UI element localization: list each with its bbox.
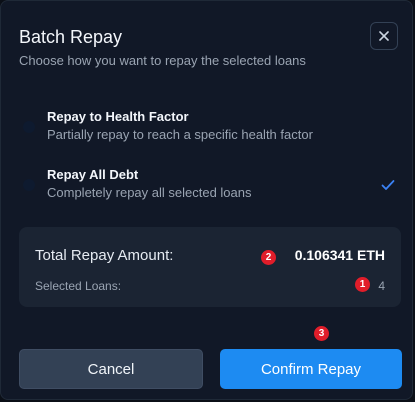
- radio-repay-all-debt[interactable]: [23, 179, 35, 191]
- annotation-badge-1: 1: [355, 277, 370, 292]
- close-icon: [379, 31, 389, 41]
- batch-repay-modal: Batch Repay Choose how you want to repay…: [0, 0, 413, 400]
- option-description: Completely repay all selected loans: [47, 185, 252, 200]
- annotation-badge-2: 2: [261, 250, 276, 265]
- checkmark-icon: [381, 180, 395, 190]
- option-label: Repay All Debt: [47, 167, 139, 182]
- option-repay-health-factor[interactable]: Repay to Health Factor Partially repay t…: [19, 107, 399, 147]
- selected-loans-value: 4: [378, 279, 385, 293]
- confirm-repay-button[interactable]: Confirm Repay: [220, 349, 402, 389]
- repay-summary-panel: Total Repay Amount: 0.106341 ETH Selecte…: [19, 227, 401, 307]
- total-repay-label: Total Repay Amount:: [35, 247, 174, 264]
- modal-subtitle: Choose how you want to repay the selecte…: [19, 53, 306, 68]
- modal-title: Batch Repay: [19, 27, 123, 47]
- option-description: Partially repay to reach a specific heal…: [47, 127, 313, 142]
- option-label: Repay to Health Factor: [47, 109, 189, 124]
- total-repay-value: 0.106341 ETH: [294, 247, 385, 263]
- selected-loans-label: Selected Loans:: [35, 279, 122, 293]
- close-button[interactable]: [370, 22, 398, 50]
- annotation-badge-3: 3: [314, 326, 329, 341]
- cancel-button[interactable]: Cancel: [19, 349, 203, 389]
- option-repay-all-debt[interactable]: Repay All Debt Completely repay all sele…: [19, 165, 399, 205]
- radio-repay-health-factor[interactable]: [23, 121, 35, 133]
